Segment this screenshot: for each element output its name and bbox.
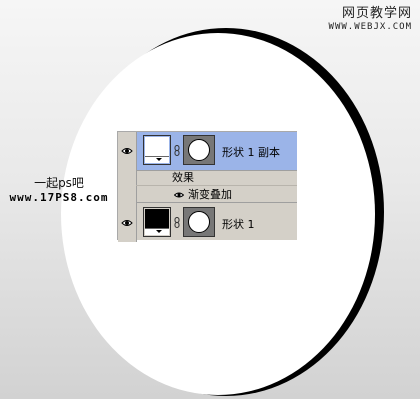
layer-thumbnail[interactable]	[143, 207, 171, 237]
layer-name[interactable]: 形状 1 副本	[222, 144, 280, 160]
eye-icon	[121, 220, 133, 226]
visibility-toggle[interactable]	[118, 204, 137, 242]
link-chain-icon[interactable]	[174, 217, 180, 228]
watermark-top: 网页教学网 WWW.WEBJX.COM	[329, 6, 412, 32]
vector-mask-thumbnail[interactable]	[183, 135, 215, 165]
thumbnail-swatch	[145, 137, 169, 157]
layer-row-shape1-copy[interactable]: 形状 1 副本	[118, 132, 297, 171]
watermark-left: 一起ps吧 www.17PS8.com	[6, 176, 112, 204]
mask-circle-icon	[188, 139, 210, 161]
watermark-top-url: WWW.WEBJX.COM	[328, 22, 412, 32]
thumbnail-base	[145, 228, 169, 235]
link-chain-icon[interactable]	[174, 145, 180, 156]
layer-thumbnail[interactable]	[143, 135, 171, 165]
thumbnail-base	[145, 156, 169, 163]
effect-gradient-overlay[interactable]: 渐变叠加	[136, 187, 297, 203]
visibility-toggle[interactable]	[118, 132, 137, 170]
effect-label: 渐变叠加	[188, 188, 232, 201]
eye-icon[interactable]	[174, 191, 184, 199]
effects-label[interactable]: 效果	[136, 170, 297, 186]
layer-row-shape1[interactable]: 形状 1	[118, 204, 297, 242]
watermark-top-title: 网页教学网	[341, 6, 412, 21]
watermark-left-url: www.17PS8.com	[9, 191, 109, 204]
layer-name[interactable]: 形状 1	[222, 216, 255, 232]
mask-circle-icon	[188, 211, 210, 233]
eye-icon	[121, 148, 133, 154]
watermark-left-title: 一起ps吧	[34, 176, 84, 190]
thumbnail-swatch	[145, 209, 169, 229]
vector-mask-thumbnail[interactable]	[183, 207, 215, 237]
layers-panel: 形状 1 副本 效果 渐变叠加 形状 1	[117, 131, 297, 242]
effects-gutter	[118, 170, 137, 204]
